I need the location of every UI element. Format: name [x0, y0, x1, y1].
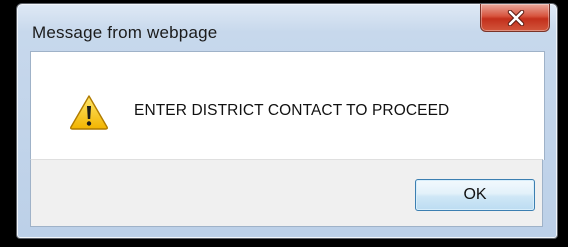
- warning-icon: [70, 95, 108, 130]
- close-button[interactable]: [480, 4, 550, 32]
- close-icon: [507, 10, 525, 26]
- dialog-message: ENTER DISTRICT CONTACT TO PROCEED: [134, 102, 450, 119]
- ok-button[interactable]: OK: [415, 179, 535, 211]
- dialog-footer: OK: [30, 159, 543, 227]
- dialog-content: ENTER DISTRICT CONTACT TO PROCEED: [30, 51, 545, 160]
- message-dialog: Message from webpage ENTER DISTRICT CONT…: [16, 3, 558, 239]
- dialog-title: Message from webpage: [32, 23, 218, 42]
